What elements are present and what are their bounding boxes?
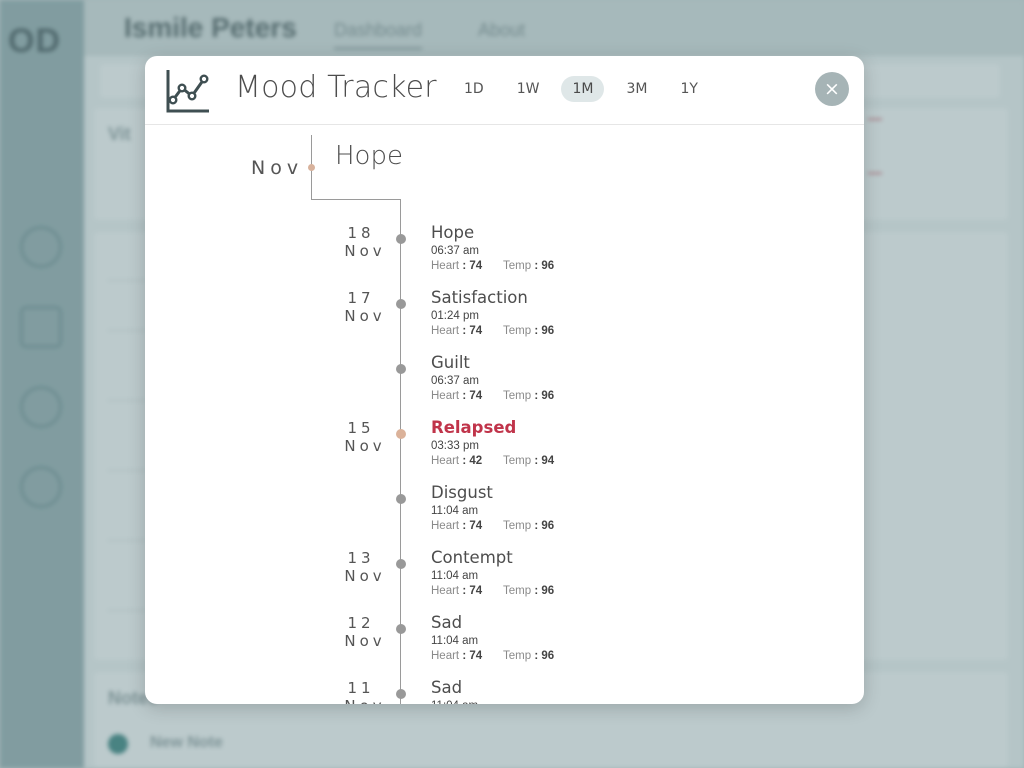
entry-time: 11:04 am: [431, 700, 478, 704]
heart-label: Heart: [431, 520, 460, 532]
entry-month: Nov: [344, 437, 386, 455]
temp-label: Temp: [503, 260, 532, 272]
timeline-entry[interactable]: 13 Nov Contempt 11:04 am Heart : 74 Temp : 96: [145, 539, 864, 604]
mood-tracker-modal: Mood Tracker 1D 1W 1M 3M 1Y × Nov Hope 1…: [145, 56, 864, 704]
month-label: Nov: [251, 157, 304, 179]
temp-value: 96: [541, 650, 555, 662]
entry-time: 11:04 am: [431, 505, 479, 517]
entry-mood: Sad: [431, 678, 463, 697]
heart-value: 74: [469, 520, 483, 532]
entry-time: 03:33 pm: [431, 440, 479, 452]
temp-label: Temp: [503, 455, 532, 467]
entry-month: Nov: [344, 242, 386, 260]
entry-vitals: Heart : 74 Temp : 96: [431, 585, 555, 597]
entry-day: 11: [347, 679, 375, 697]
entry-dot: [396, 559, 406, 569]
heart-value: 42: [469, 455, 483, 467]
entry-mood: Hope: [431, 223, 475, 242]
close-button[interactable]: ×: [815, 72, 849, 106]
temp-label: Temp: [503, 325, 532, 337]
entry-month: Nov: [340, 697, 390, 704]
entry-dot: [396, 429, 406, 439]
entry-time: 06:37 am: [431, 375, 479, 387]
temp-label: Temp: [503, 520, 532, 532]
entry-time: 06:37 am: [431, 245, 479, 257]
entry-day: 17: [347, 289, 375, 307]
modal-title: Mood Tracker: [235, 70, 437, 105]
month-mood: Hope: [335, 141, 403, 171]
entry-vitals: Heart : 74 Temp : 96: [431, 260, 555, 272]
entry-month: Nov: [344, 307, 386, 325]
entry-mood: Satisfaction: [431, 288, 528, 307]
close-icon: ×: [824, 78, 840, 100]
heart-label: Heart: [431, 390, 460, 402]
heart-label: Heart: [431, 585, 460, 597]
entry-mood: Sad: [431, 613, 463, 632]
timeline-entry[interactable]: 18 Nov Hope 06:37 am Heart : 74 Temp : 96: [145, 214, 864, 279]
timeline-entry[interactable]: 11NovSad11:04 amHeart : 74Temp : 96: [145, 669, 864, 704]
range-tab-1y[interactable]: 1Y: [669, 76, 708, 102]
temp-label: Temp: [503, 650, 532, 662]
entry-mood: Relapsed: [431, 418, 517, 437]
heart-label: Heart: [431, 325, 460, 337]
mood-timeline[interactable]: Nov Hope 18 Nov Hope 06:37 am Heart : 74 Temp…: [145, 125, 864, 704]
entry-dot: [396, 689, 406, 699]
entry-mood: Contempt: [431, 548, 513, 567]
temp-value: 96: [541, 325, 555, 337]
entry-day: 12: [347, 614, 375, 632]
timeline-entry[interactable]: Disgust 11:04 am Heart : 74 Temp : 96: [145, 474, 864, 539]
heart-label: Heart: [431, 455, 460, 467]
entry-dot: [396, 364, 406, 374]
temp-label: Temp: [503, 585, 532, 597]
heart-label: Heart: [431, 260, 460, 272]
month-connector: [311, 199, 401, 200]
entry-dot: [396, 494, 406, 504]
temp-label: Temp: [503, 390, 532, 402]
range-tab-1m[interactable]: 1M: [561, 76, 605, 102]
entry-vitals: Heart : 42 Temp : 94: [431, 455, 555, 467]
entry-vitals: Heart : 74 Temp : 96: [431, 325, 555, 337]
heart-value: 74: [469, 390, 483, 402]
entry-vitals: Heart : 74 Temp : 96: [431, 650, 555, 662]
range-tabs: 1D 1W 1M 3M 1Y: [453, 76, 720, 102]
entry-mood: Guilt: [431, 353, 470, 372]
entry-day: 18: [347, 224, 375, 242]
range-tab-1d[interactable]: 1D: [453, 76, 495, 102]
line-chart-icon: [166, 70, 209, 113]
entry-time: 01:24 pm: [431, 310, 479, 322]
entry-day: 13: [347, 549, 375, 567]
range-tab-1w[interactable]: 1W: [506, 76, 551, 102]
temp-value: 96: [541, 390, 555, 402]
entry-vitals: Heart : 74 Temp : 96: [431, 520, 555, 532]
heart-value: 74: [469, 650, 483, 662]
entry-dot: [396, 624, 406, 634]
timeline-entry[interactable]: 15 Nov Relapsed 03:33 pm Heart : 42 Temp : 94: [145, 409, 864, 474]
timeline-entry[interactable]: 12 Nov Sad 11:04 am Heart : 74 Temp : 96: [145, 604, 864, 669]
month-dot: [308, 164, 315, 171]
heart-label: Heart: [431, 650, 460, 662]
modal-header: Mood Tracker 1D 1W 1M 3M 1Y ×: [145, 56, 864, 125]
entry-day: 15: [347, 419, 375, 437]
temp-value: 96: [541, 260, 555, 272]
entry-mood: Disgust: [431, 483, 493, 502]
timeline-entry[interactable]: Guilt 06:37 am Heart : 74 Temp : 96: [145, 344, 864, 409]
entry-time: 11:04 am: [431, 635, 479, 647]
temp-value: 96: [541, 520, 555, 532]
range-tab-3m[interactable]: 3M: [615, 76, 658, 102]
entry-time: 11:04 am: [431, 570, 479, 582]
timeline-entry[interactable]: 17 Nov Satisfaction 01:24 pm Heart : 74 Temp …: [145, 279, 864, 344]
entry-month: Nov: [344, 632, 386, 650]
entry-month: Nov: [344, 567, 386, 585]
heart-value: 74: [469, 260, 483, 272]
heart-value: 74: [469, 325, 483, 337]
entry-dot: [396, 234, 406, 244]
entry-vitals: Heart : 74 Temp : 96: [431, 390, 555, 402]
temp-value: 94: [541, 455, 555, 467]
entry-dot: [396, 299, 406, 309]
temp-value: 96: [541, 585, 555, 597]
heart-value: 74: [469, 585, 483, 597]
